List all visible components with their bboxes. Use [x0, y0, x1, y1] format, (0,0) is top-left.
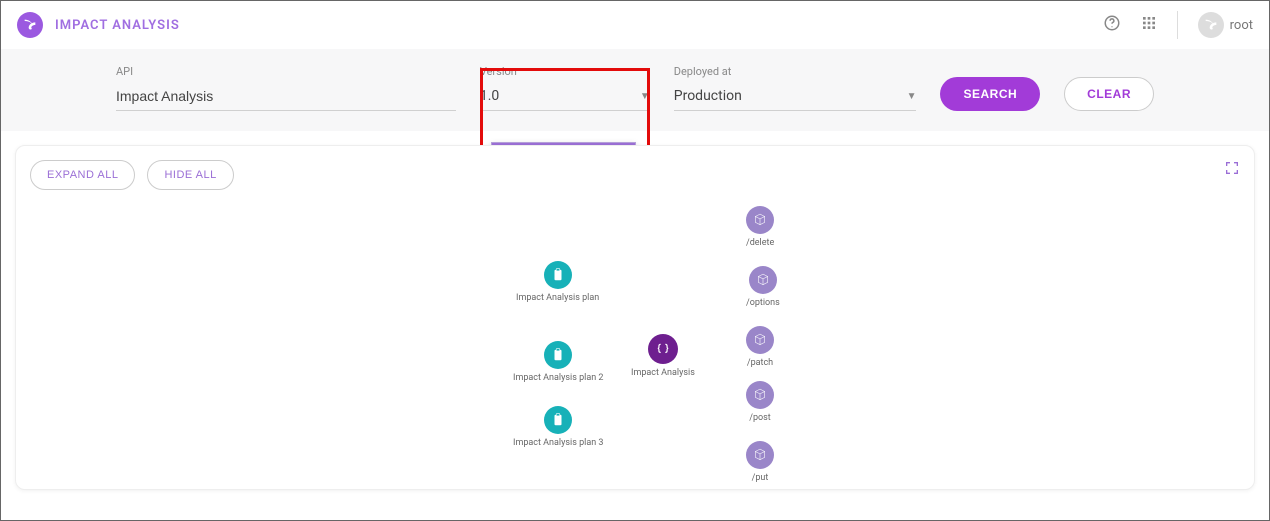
node-plan-3-label: Impact Analysis plan 3 [513, 438, 603, 448]
cube-icon [746, 326, 774, 354]
node-endpoint-delete[interactable]: /delete [746, 206, 774, 248]
node-endpoint-options-label: /options [746, 298, 780, 308]
node-endpoint-post-label: /post [749, 413, 771, 423]
node-center-label: Impact Analysis [631, 368, 695, 378]
page-title: IMPACT ANALYSIS [55, 18, 180, 33]
username-label: root [1230, 18, 1253, 33]
node-plan-3[interactable]: Impact Analysis plan 3 [513, 406, 603, 448]
api-input[interactable] [116, 82, 456, 111]
node-endpoint-options[interactable]: /options [746, 266, 780, 308]
deployed-label: Deployed at [674, 65, 917, 78]
node-endpoint-delete-label: /delete [746, 238, 774, 248]
node-plan-2[interactable]: Impact Analysis plan 2 [513, 341, 603, 383]
braces-icon [648, 334, 678, 364]
node-endpoint-put-label: /put [752, 473, 769, 483]
node-endpoint-patch[interactable]: /patch [746, 326, 774, 368]
api-field[interactable]: API [116, 65, 456, 111]
chevron-down-icon: ▼ [907, 91, 917, 102]
clear-button[interactable]: CLEAR [1064, 77, 1154, 111]
node-endpoint-post[interactable]: /post [746, 381, 774, 423]
main-area: EXPAND ALL HIDE ALL [1, 131, 1269, 504]
cube-icon [749, 266, 777, 294]
avatar [1198, 12, 1224, 38]
deployed-value: Production [674, 88, 742, 104]
top-bar: IMPACT ANALYSIS root [1, 1, 1269, 49]
version-field[interactable]: 1.0 2 Version 1.0 ▼ [480, 65, 650, 111]
clipboard-icon [544, 341, 572, 369]
app-logo [17, 12, 43, 38]
version-value: 1.0 [480, 88, 499, 104]
clipboard-icon [544, 261, 572, 289]
cube-icon [746, 381, 774, 409]
node-endpoint-put[interactable]: /put [746, 441, 774, 483]
cube-icon [746, 441, 774, 469]
node-plan-2-label: Impact Analysis plan 2 [513, 373, 603, 383]
user-menu[interactable]: root [1198, 12, 1253, 38]
node-endpoint-patch-label: /patch [747, 358, 773, 368]
help-icon[interactable] [1103, 14, 1121, 36]
graph-canvas[interactable]: Impact Analysis Impact Analysis plan Imp… [16, 146, 1254, 489]
node-plan-1[interactable]: Impact Analysis plan [516, 261, 599, 303]
apps-icon[interactable] [1141, 15, 1157, 35]
version-label: Version [480, 65, 650, 78]
node-plan-1-label: Impact Analysis plan [516, 293, 599, 303]
graph-card: EXPAND ALL HIDE ALL [15, 145, 1255, 490]
graph-edges [16, 146, 316, 296]
api-label: API [116, 65, 456, 78]
search-button[interactable]: SEARCH [940, 77, 1040, 111]
filter-bar: API 1.0 2 Version 1.0 ▼ Deployed at Prod… [1, 49, 1269, 131]
clipboard-icon [544, 406, 572, 434]
cube-icon [746, 206, 774, 234]
divider [1177, 11, 1178, 39]
deployed-field[interactable]: Deployed at Production ▼ [674, 65, 917, 111]
node-center[interactable]: Impact Analysis [631, 334, 695, 378]
chevron-down-icon: ▼ [640, 91, 650, 102]
